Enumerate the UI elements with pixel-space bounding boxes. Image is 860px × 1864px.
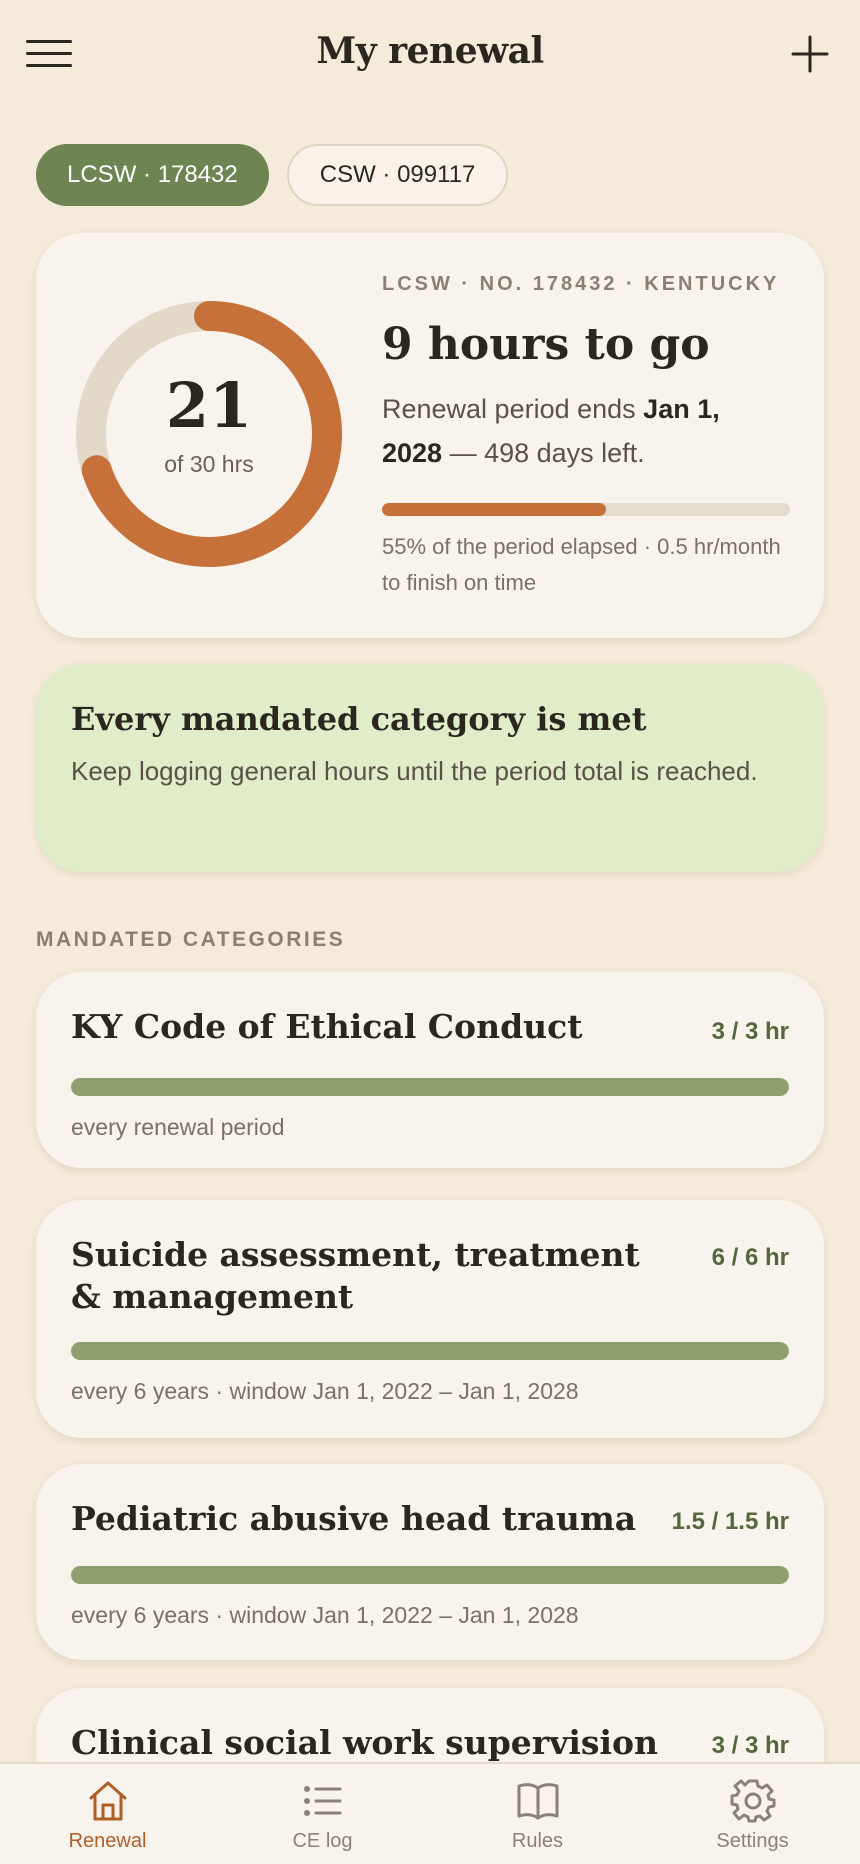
category-note: every renewal period [71,1114,285,1140]
category-progress-bar [71,1342,789,1360]
plus-icon[interactable] [790,34,830,74]
bottom-tab-bar: Renewal CE log Rules Settings [0,1762,860,1864]
gear-icon [730,1779,775,1823]
tab-settings[interactable]: Settings [645,1764,860,1864]
tab-label: Rules [511,1830,564,1852]
notice-body: Keep logging general hours until the per… [71,756,758,786]
list-icon [303,1786,341,1816]
category-progress-fill [71,1566,789,1584]
category-note: every 6 years · window Jan 1, 2022 – Jan… [71,1378,579,1404]
top-bar: My renewal [0,0,860,108]
notice-title: Every mandated category is met [71,700,647,738]
tab-rules[interactable]: Rules [430,1764,645,1864]
pace-note: 55% of the period elapsed · 0.5 hr/month… [382,534,781,595]
category-hours: 1.5 / 1.5 hr [671,1508,789,1535]
category-hours: 3 / 3 hr [711,1018,789,1045]
category-title: Pediatric abusive head trauma [71,1499,637,1538]
home-icon [89,1781,126,1821]
tab-ce-log[interactable]: CE log [215,1764,430,1864]
category-hours: 6 / 6 hr [711,1244,789,1271]
period-elapsed-bar [382,503,790,516]
renewal-period-text: Renewal period ends Jan 1, 2028 — 498 da… [382,394,720,468]
category-card-suicide[interactable]: Suicide assessment, treatment & manageme… [36,1200,824,1438]
period-elapsed-fill [382,503,607,516]
category-progress-bar [71,1566,789,1584]
category-card-head-trauma[interactable]: Pediatric abusive head trauma 1.5 / 1.5 … [36,1464,824,1660]
category-progress-bar [71,1078,789,1096]
category-title: KY Code of Ethical Conduct [71,1007,583,1046]
renewal-summary-card: 21 of 30 hrs LCSW · NO. 178432 · KENTUCK… [36,233,824,638]
category-note: every 6 years · window Jan 1, 2022 – Jan… [71,1602,579,1628]
license-chip-csw[interactable]: CSW · 099117 [286,144,509,206]
category-progress-fill [71,1342,789,1360]
tab-renewal[interactable]: Renewal [0,1764,215,1864]
tab-label: CE log [292,1830,353,1852]
category-title: Suicide assessment, treatment & manageme… [71,1235,640,1316]
license-selector: LCSW · 178432 CSW · 099117 [36,144,509,206]
hours-completed: 21 [165,369,253,442]
category-title: Clinical social work supervision [71,1723,659,1762]
section-label-mandated: MANDATED CATEGORIES [36,928,346,951]
category-card-ethics[interactable]: KY Code of Ethical Conduct 3 / 3 hr ever… [36,972,824,1168]
license-detail-label: LCSW · NO. 178432 · KENTUCKY [382,273,780,295]
category-hours: 3 / 3 hr [711,1732,789,1759]
book-icon [517,1783,558,1820]
page-title: My renewal [316,30,544,72]
hours-remaining-title: 9 hours to go [382,319,710,370]
status-notice-card: Every mandated category is met Keep logg… [36,664,824,872]
category-progress-fill [71,1078,789,1096]
hours-total-label: of 30 hrs [164,451,254,477]
license-chip-lcsw[interactable]: LCSW · 178432 [36,144,269,206]
tab-label: Renewal [68,1830,147,1852]
tab-label: Settings [716,1830,789,1852]
